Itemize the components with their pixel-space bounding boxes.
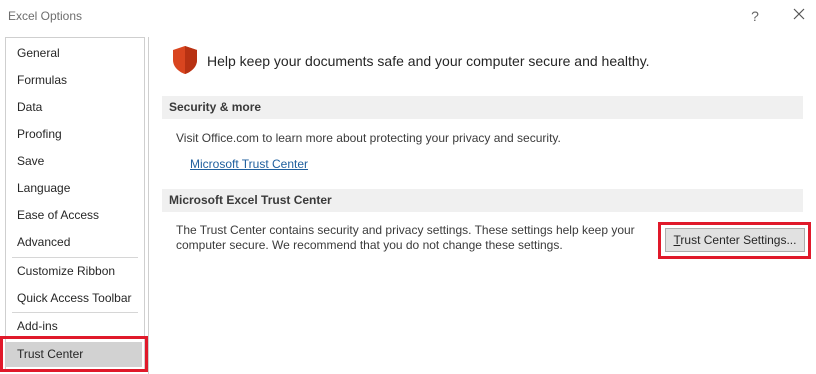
sidebar-item-quick-access-toolbar[interactable]: Quick Access Toolbar (6, 286, 142, 311)
sidebar-item-save[interactable]: Save (6, 149, 142, 174)
sidebar-item-customize-ribbon[interactable]: Customize Ribbon (6, 259, 142, 284)
sidebar-item-advanced[interactable]: Advanced (6, 230, 142, 255)
sidebar-divider (12, 257, 138, 258)
microsoft-trust-center-link[interactable]: Microsoft Trust Center (190, 157, 308, 171)
sidebar-item-data[interactable]: Data (6, 95, 142, 120)
security-description: Visit Office.com to learn more about pro… (176, 131, 561, 145)
sidebar-item-language[interactable]: Language (6, 176, 142, 201)
help-button[interactable]: ? (744, 5, 766, 27)
excel-options-dialog: Excel Options ? General Formulas Data Pr… (0, 0, 816, 374)
trust-center-description-line1: The Trust Center contains security and p… (176, 223, 635, 237)
close-icon (793, 8, 805, 20)
sidebar-item-ease-of-access[interactable]: Ease of Access (6, 203, 142, 228)
window-title: Excel Options (8, 9, 83, 23)
close-button[interactable] (788, 5, 810, 27)
title-bar: Excel Options ? (0, 0, 816, 32)
sidebar-item-proofing[interactable]: Proofing (6, 122, 142, 147)
page-headline: Help keep your documents safe and your c… (207, 53, 650, 69)
sidebar-item-general[interactable]: General (6, 41, 142, 66)
shield-icon (173, 46, 197, 74)
trust-center-highlight-box (0, 336, 148, 372)
sidebar-divider (12, 312, 138, 313)
section-header-excel-trust-center: Microsoft Excel Trust Center (162, 189, 803, 212)
trust-center-description-line2: computer secure. We recommend that you d… (176, 238, 563, 252)
settings-button-highlight-box (658, 222, 811, 259)
sidebar-item-formulas[interactable]: Formulas (6, 68, 142, 93)
section-header-security: Security & more (162, 96, 803, 119)
